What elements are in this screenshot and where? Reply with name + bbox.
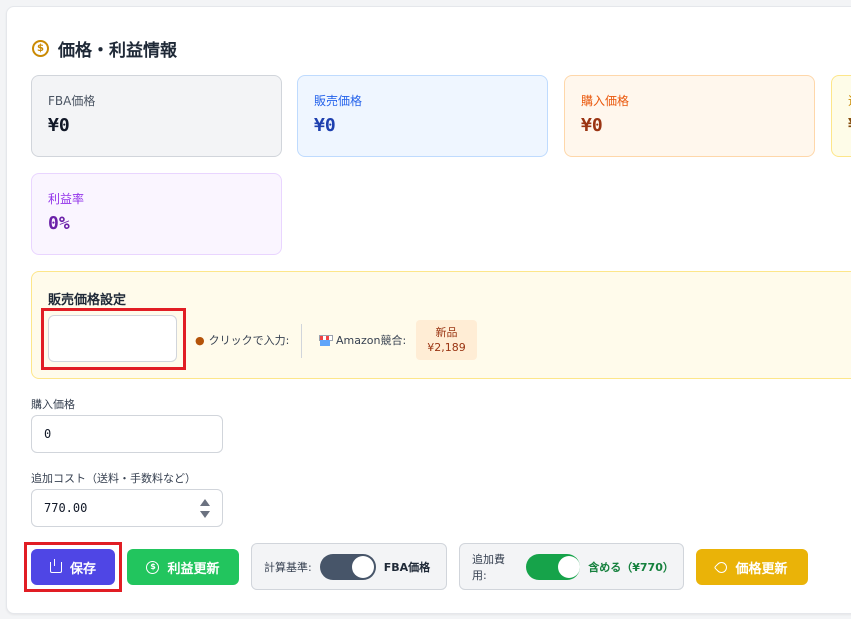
extra-cost-field-label: 追加コスト（送料・手数料など） — [31, 472, 196, 485]
save-button[interactable]: 保存 — [31, 549, 115, 585]
extra-cost-field[interactable]: 770.00 — [31, 489, 223, 527]
extra-cost-field-value: 770.00 — [44, 501, 88, 515]
buy-price-label: 購入価格 — [581, 94, 630, 108]
purchase-price-label: 購入価格 — [31, 398, 75, 411]
switch-knob — [558, 555, 581, 578]
sell-price-card: 販売価格 ¥0 — [297, 75, 548, 157]
sell-price-setting: 販売価格設定 ● クリックで入力: Amazon競合: 新品 ¥2,189 — [31, 271, 851, 379]
badge-price: ¥2,189 — [427, 341, 466, 354]
dollar-circle-icon: $ — [32, 40, 49, 57]
calc-basis-toggle-group: 計算基準: FBA価格 — [251, 543, 447, 590]
competitor-price-badge[interactable]: 新品 ¥2,189 — [416, 320, 477, 360]
switch-knob — [351, 555, 374, 578]
fba-price-value: ¥0 — [48, 115, 70, 136]
extra-fee-value: 含める（¥770） — [588, 560, 674, 574]
amazon-competitor: Amazon競合: — [319, 332, 406, 348]
purchase-price-field[interactable]: 0 — [31, 415, 223, 453]
purchase-price-value: 0 — [44, 427, 52, 441]
extra-cost-card: 追 ¥ — [831, 75, 851, 157]
fba-price-card: FBA価格 ¥0 — [31, 75, 282, 157]
sell-setting-title: 販売価格設定 — [48, 293, 127, 308]
calc-basis-label: 計算基準: — [264, 560, 312, 574]
number-spinner-icon[interactable] — [200, 499, 210, 519]
section-header: $ 価格・利益情報 — [32, 36, 177, 61]
money-bag-icon: ● — [195, 333, 205, 347]
sell-price-input[interactable] — [48, 315, 177, 362]
sell-price-label: 販売価格 — [314, 94, 363, 108]
buy-price-card: 購入価格 ¥0 — [564, 75, 815, 157]
store-icon — [319, 334, 333, 346]
download-icon — [49, 558, 62, 573]
extra-fee-label: 追加費用: — [472, 552, 505, 582]
price-profit-panel: $ 価格・利益情報 FBA価格 ¥0 販売価格 ¥0 購入価格 ¥0 追 ¥ 利… — [6, 6, 851, 614]
click-input-hint: ● クリックで入力: — [195, 332, 289, 348]
profit-rate-value: 0% — [48, 213, 70, 234]
divider — [301, 324, 302, 358]
extra-fee-switch[interactable] — [526, 553, 581, 580]
calc-basis-value: FBA価格 — [383, 560, 431, 574]
sell-price-value: ¥0 — [314, 115, 336, 136]
click-hint-text: クリックで入力: — [208, 334, 290, 347]
fba-price-label: FBA価格 — [48, 94, 96, 108]
profit-rate-label: 利益率 — [48, 192, 85, 206]
calc-basis-switch[interactable] — [319, 553, 376, 580]
buy-price-value: ¥0 — [581, 115, 603, 136]
badge-condition: 新品 — [435, 326, 458, 339]
profit-update-label: 利益更新 — [167, 561, 220, 577]
price-update-button[interactable]: 価格更新 — [696, 549, 808, 585]
amazon-label: Amazon競合: — [336, 334, 407, 347]
price-update-label: 価格更新 — [735, 561, 788, 577]
save-label: 保存 — [69, 561, 96, 577]
section-title: 価格・利益情報 — [58, 41, 177, 61]
profit-update-button[interactable]: $ 利益更新 — [127, 549, 239, 585]
dollar-circle-icon: $ — [146, 560, 160, 574]
extra-fee-toggle-group: 追加費用: 含める（¥770） — [459, 543, 684, 590]
tag-icon — [714, 559, 730, 575]
profit-rate-card: 利益率 0% — [31, 173, 282, 255]
